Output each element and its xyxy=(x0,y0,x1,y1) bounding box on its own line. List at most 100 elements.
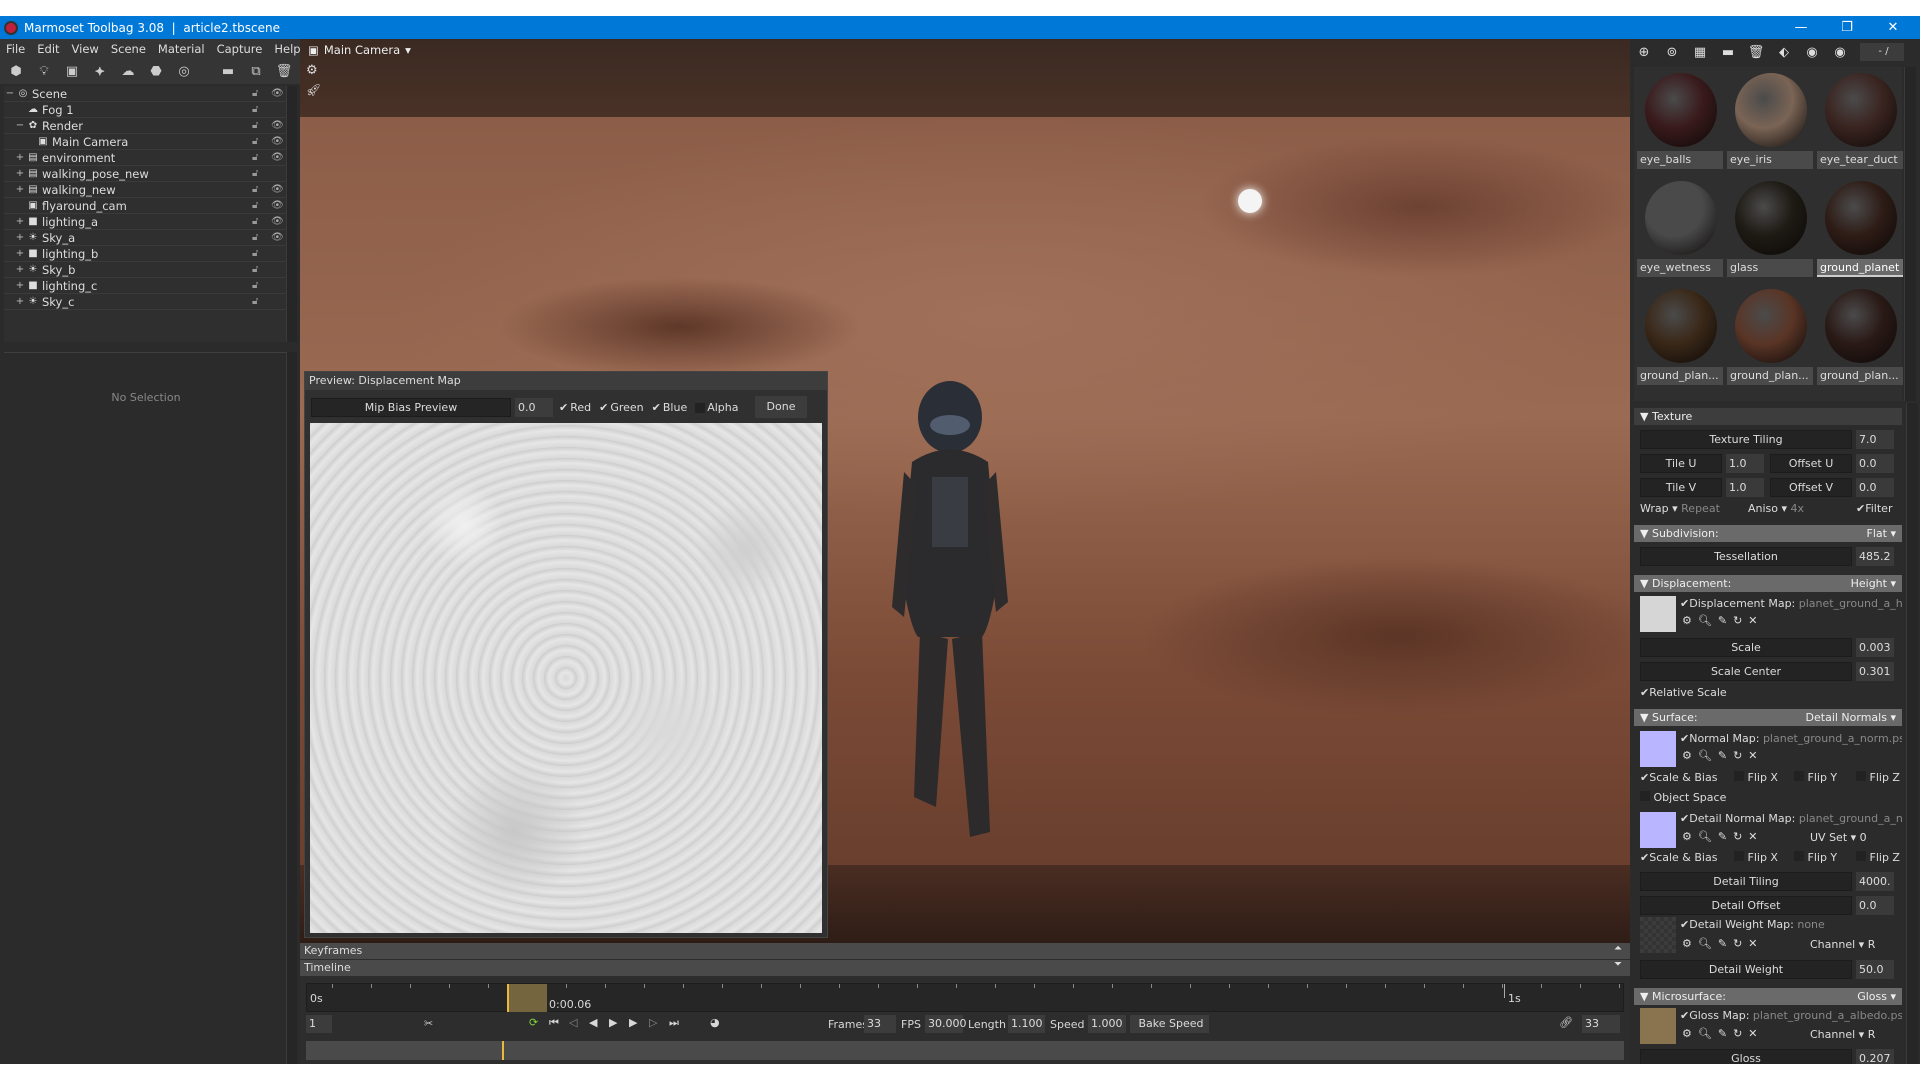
scale-bias-checkbox[interactable]: ✔Scale & Bias xyxy=(1640,771,1717,784)
scene-tree-scrollbar[interactable] xyxy=(286,86,297,342)
scale-slider[interactable]: Scale xyxy=(1640,638,1852,657)
timeline-header[interactable]: Timeline xyxy=(300,960,1630,976)
menu-file[interactable]: File xyxy=(0,42,31,56)
microsurface-mode-dropdown[interactable]: Gloss ▾ xyxy=(1857,988,1896,1005)
detail-weight-map-slot[interactable]: ✔Detail Weight Map: none xyxy=(1680,918,1825,931)
material-thumbnail[interactable]: ground_plan... xyxy=(1727,287,1813,393)
skip-to-start-icon[interactable]: ⏮ xyxy=(549,1016,559,1030)
filter-checkbox[interactable]: ✔Filter xyxy=(1856,502,1892,515)
relative-scale-checkbox[interactable]: ✔Relative Scale xyxy=(1640,686,1727,699)
material-thumbnail[interactable]: eye_balls xyxy=(1637,71,1723,177)
object-space-checkbox[interactable]: Object Space xyxy=(1640,791,1726,804)
add-fog-icon[interactable]: ☁ xyxy=(116,64,140,79)
flip-x-checkbox[interactable]: Flip X xyxy=(1734,771,1778,784)
collapse-down-icon[interactable]: ⏷ xyxy=(1614,959,1622,970)
expand-toggle[interactable]: + xyxy=(14,248,26,259)
add-camera-icon[interactable]: ▣ xyxy=(60,64,84,79)
gloss-input[interactable]: 0.207 xyxy=(1856,1049,1894,1064)
texture-section-header[interactable]: ▼ Texture xyxy=(1634,408,1902,425)
scene-tree-item[interactable]: + ■ lighting_a 🔓︎ 👁︎ xyxy=(4,214,286,230)
flip-y-checkbox[interactable]: Flip Y xyxy=(1794,771,1837,784)
expand-up-icon[interactable]: ⏶ xyxy=(1614,943,1622,954)
left-panel-scrollbar[interactable] xyxy=(286,352,297,1064)
offset-v-slider[interactable]: Offset V xyxy=(1770,478,1852,497)
timeline-scrubber[interactable] xyxy=(306,1041,1624,1060)
gloss-slider[interactable]: Gloss xyxy=(1640,1049,1852,1064)
scene-tree-item[interactable]: + ■ lighting_c 🔓︎ xyxy=(4,278,286,294)
open-folder-icon[interactable]: ▬ xyxy=(1714,45,1742,60)
close-icon[interactable]: ✕ xyxy=(1748,614,1763,627)
fps-input[interactable]: 30.000 xyxy=(925,1015,967,1033)
lock-icon[interactable]: 🔓︎ xyxy=(252,136,258,147)
scene-tree-item[interactable]: + ☀ Sky_b 🔓︎ xyxy=(4,262,286,278)
eye-icon[interactable]: 👁︎ xyxy=(271,216,284,227)
checker-material-icon[interactable]: ▦ xyxy=(1686,45,1714,60)
lock-icon[interactable]: 🔓︎ xyxy=(252,280,258,291)
tessellation-slider[interactable]: Tessellation xyxy=(1640,547,1852,566)
properties-scrollbar[interactable] xyxy=(1906,403,1918,1064)
bake-speed-button[interactable]: Bake Speed xyxy=(1130,1015,1209,1033)
menu-material[interactable]: Material xyxy=(152,42,211,56)
delete-material-icon[interactable]: 🗑︎ xyxy=(1742,45,1770,60)
lock-icon[interactable]: 🔓︎ xyxy=(252,168,258,179)
detail-tiling-slider[interactable]: Detail Tiling xyxy=(1640,872,1852,891)
link-icon[interactable]: 🔗︎ xyxy=(1559,1016,1573,1029)
maximize-button[interactable]: ❐ xyxy=(1824,16,1870,39)
microsurface-section-header[interactable]: ▼ Microsurface: Gloss ▾ xyxy=(1634,988,1902,1005)
gear-icon[interactable]: ⚙ xyxy=(1682,937,1698,950)
detail-normal-map-slot[interactable]: ✔Detail Normal Map: planet_ground_a_no xyxy=(1680,812,1902,825)
eye-icon[interactable]: 👁︎ xyxy=(271,120,284,131)
duplicate-material-icon[interactable]: ⊚ xyxy=(1658,45,1686,60)
gear-icon[interactable]: ⚙ xyxy=(1682,830,1698,843)
blue-checkbox[interactable]: ✔ Blue xyxy=(652,401,688,414)
gloss-map-slot[interactable]: ✔Gloss Map: planet_ground_a_albedo.psd xyxy=(1680,1009,1902,1022)
expand-toggle[interactable]: + xyxy=(14,296,26,307)
expand-toggle[interactable]: − xyxy=(4,88,16,99)
search-icon[interactable]: 🔍︎ xyxy=(1698,749,1718,762)
playhead[interactable] xyxy=(502,1041,504,1060)
material-thumbnail[interactable]: ground_plan... xyxy=(1817,287,1903,393)
detail-flip-x-checkbox[interactable]: Flip X xyxy=(1734,851,1778,864)
gear-icon[interactable]: ⚙ xyxy=(1682,749,1698,762)
pencil-icon[interactable]: ✎ xyxy=(1718,937,1733,950)
add-baker-icon[interactable]: ⬣ xyxy=(144,64,168,79)
gloss-map-thumbnail[interactable] xyxy=(1640,1008,1676,1044)
mip-bias-input[interactable]: 0.0 xyxy=(515,398,553,417)
detail-weight-thumbnail[interactable] xyxy=(1640,917,1676,953)
speed-input[interactable]: 1.000 xyxy=(1088,1015,1126,1033)
pencil-icon[interactable]: ✎ xyxy=(1718,830,1733,843)
frames-input[interactable]: 33 xyxy=(864,1015,896,1033)
lock-icon[interactable]: 🔓︎ xyxy=(252,216,258,227)
material-thumbnail[interactable]: glass xyxy=(1727,179,1813,285)
alpha-checkbox[interactable]: Alpha xyxy=(695,401,739,414)
done-button[interactable]: Done xyxy=(755,396,807,418)
detail-tiling-input[interactable]: 4000. xyxy=(1856,872,1894,891)
export-material-icon[interactable]: ◉ xyxy=(1826,45,1854,60)
subdivision-section-header[interactable]: ▼ Subdivision: Flat ▾ xyxy=(1634,525,1902,542)
red-checkbox[interactable]: ✔ Red xyxy=(559,401,591,414)
eye-icon[interactable]: 👁︎ xyxy=(271,200,284,211)
delete-icon[interactable]: 🗑︎ xyxy=(272,64,296,79)
search-icon[interactable]: 🔍︎ xyxy=(1698,830,1718,843)
material-page[interactable]: - / xyxy=(1860,43,1904,61)
detail-flip-z-checkbox[interactable]: Flip Z xyxy=(1856,851,1900,864)
subdivision-mode-dropdown[interactable]: Flat ▾ xyxy=(1867,525,1896,542)
close-icon[interactable]: ✕ xyxy=(1748,830,1763,843)
detail-offset-slider[interactable]: Detail Offset xyxy=(1640,896,1852,915)
material-thumbnail[interactable]: eye_wetness xyxy=(1637,179,1723,285)
step-back-icon[interactable]: ◀ xyxy=(589,1016,597,1029)
detail-weight-input[interactable]: 50.0 xyxy=(1856,960,1894,979)
expand-toggle[interactable]: + xyxy=(14,152,26,163)
lock-icon[interactable]: 🔓︎ xyxy=(252,296,258,307)
end-frame-input[interactable]: 33 xyxy=(1582,1015,1620,1033)
material-thumbnail[interactable]: ground_plan... xyxy=(1637,287,1723,393)
offset-u-input[interactable]: 0.0 xyxy=(1856,454,1894,473)
tile-u-slider[interactable]: Tile U xyxy=(1640,454,1722,473)
skip-to-end-icon[interactable]: ⏭ xyxy=(669,1016,679,1030)
flip-z-checkbox[interactable]: Flip Z xyxy=(1856,771,1900,784)
play-icon[interactable]: ▶ xyxy=(609,1016,617,1029)
expand-toggle[interactable]: + xyxy=(14,168,26,179)
detail-flip-y-checkbox[interactable]: Flip Y xyxy=(1794,851,1837,864)
reload-icon[interactable]: ↻ xyxy=(1733,830,1748,843)
lock-icon[interactable]: 🔓︎ xyxy=(252,152,258,163)
